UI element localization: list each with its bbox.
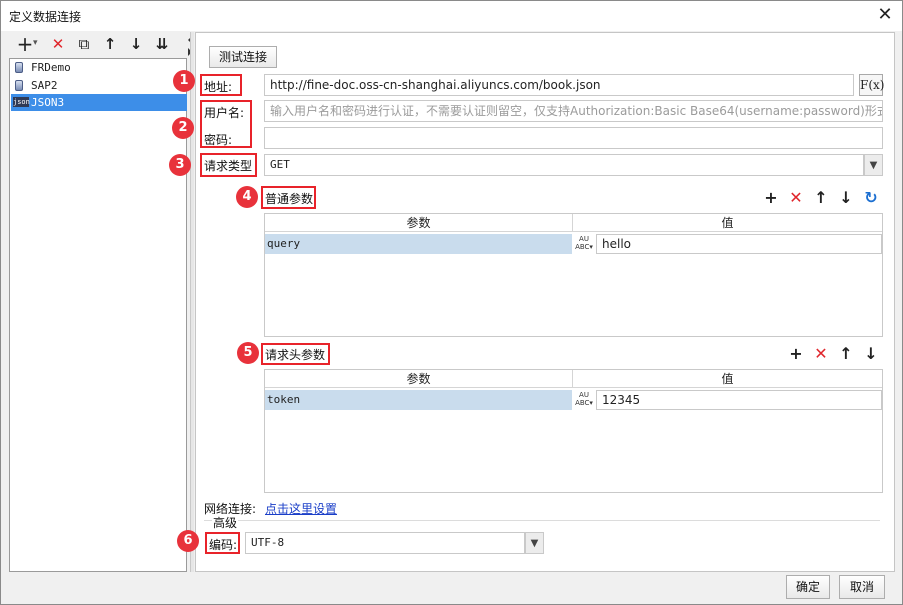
dialog-title: 定义数据连接: [9, 10, 82, 24]
request-type-label: 请求类型: [204, 159, 253, 173]
connection-name: FRDemo: [31, 61, 71, 74]
encoding-label: 编码:: [209, 538, 238, 552]
params-header-value: 值: [573, 214, 882, 232]
params-table: 参数 值 query AU ABC▾ hello: [264, 213, 883, 337]
connection-name: SAP2: [31, 79, 58, 92]
annotation-badge-4: 4: [236, 186, 258, 208]
header-up-icon[interactable]: ↑: [837, 345, 855, 363]
move-up-icon[interactable]: ↑: [100, 34, 120, 54]
param-key-cell[interactable]: query: [265, 234, 572, 254]
headers-table: 参数 值 token AU ABC▾ 12345: [264, 369, 883, 493]
close-icon[interactable]: ✕: [874, 4, 896, 26]
cancel-button[interactable]: 取消: [839, 575, 885, 599]
param-value-input[interactable]: hello: [596, 234, 882, 254]
address-input[interactable]: http://fine-doc.oss-cn-shanghai.aliyuncs…: [264, 74, 854, 96]
chevron-down-icon[interactable]: ▼: [864, 154, 883, 176]
annotation-badge-5: 5: [237, 342, 259, 364]
username-input[interactable]: 输入用户名和密码进行认证，不需要认证则留空，仅支持Authorization:B…: [264, 100, 883, 122]
headers-header-value: 值: [573, 370, 882, 388]
connection-item-sap2[interactable]: SAP2: [11, 77, 187, 94]
advanced-title: 高级: [212, 514, 239, 531]
headers-title: 请求头参数: [265, 348, 326, 362]
annotation-badge-2: 2: [172, 117, 194, 139]
test-connection-button[interactable]: 测试连接: [209, 46, 277, 68]
annotation-badge-6: 6: [177, 530, 199, 552]
param-up-icon[interactable]: ↑: [812, 189, 830, 207]
header-value-input[interactable]: 12345: [596, 390, 882, 410]
database-icon: [15, 80, 23, 91]
headers-header-param: 参数: [265, 370, 573, 388]
password-label: 密码:: [204, 133, 233, 147]
move-down-icon[interactable]: ↓: [126, 34, 146, 54]
connection-item-json3[interactable]: json JSON3: [11, 94, 187, 111]
add-connection-icon[interactable]: +: [15, 34, 35, 54]
connection-list: FRDemo SAP2 json JSON3: [9, 58, 187, 572]
annotation-badge-1: 1: [173, 70, 195, 92]
delete-param-icon[interactable]: ✕: [787, 189, 805, 207]
add-dropdown-icon[interactable]: ▾: [33, 38, 38, 48]
connection-name: JSON3: [31, 96, 65, 109]
params-header-param: 参数: [265, 214, 573, 232]
password-input[interactable]: [264, 127, 883, 149]
username-label: 用户名:: [204, 106, 245, 120]
chevron-down-icon[interactable]: ▼: [525, 532, 544, 554]
encoding-select[interactable]: UTF-8: [245, 532, 525, 554]
request-type-select[interactable]: GET: [264, 154, 864, 176]
delete-header-icon[interactable]: ✕: [812, 345, 830, 363]
header-key-cell[interactable]: token: [265, 390, 572, 410]
divider: [204, 520, 880, 521]
header-type-icon[interactable]: AU ABC▾: [573, 390, 595, 410]
title-bar: 定义数据连接 ✕: [1, 1, 902, 31]
header-down-icon[interactable]: ↓: [862, 345, 880, 363]
add-param-icon[interactable]: +: [762, 189, 780, 207]
formula-button[interactable]: F(x): [859, 74, 884, 96]
annotation-badge-3: 3: [169, 154, 191, 176]
refresh-icon[interactable]: ↻: [862, 189, 880, 207]
json-icon: json: [13, 97, 30, 107]
delete-connection-icon[interactable]: ✕: [48, 34, 68, 54]
sort-icon[interactable]: ⇊: [152, 34, 172, 54]
panel-splitter[interactable]: [190, 32, 194, 572]
address-label: 地址:: [204, 80, 233, 94]
database-icon: [15, 62, 23, 73]
param-type-icon[interactable]: AU ABC▾: [573, 234, 595, 254]
network-settings-link[interactable]: 点击这里设置: [265, 500, 337, 517]
copy-connection-icon[interactable]: ⧉: [74, 34, 94, 54]
param-down-icon[interactable]: ↓: [837, 189, 855, 207]
add-header-icon[interactable]: +: [787, 345, 805, 363]
ok-button[interactable]: 确定: [786, 575, 830, 599]
connection-item-frdemo[interactable]: FRDemo: [11, 59, 187, 76]
params-title: 普通参数: [265, 192, 314, 206]
